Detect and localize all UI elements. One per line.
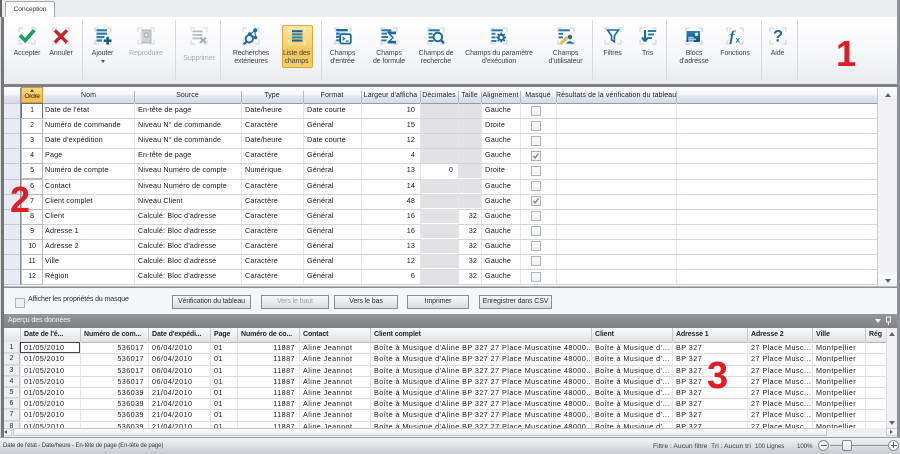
svg-text:x: x — [736, 36, 741, 45]
svg-text:?: ? — [773, 28, 783, 46]
